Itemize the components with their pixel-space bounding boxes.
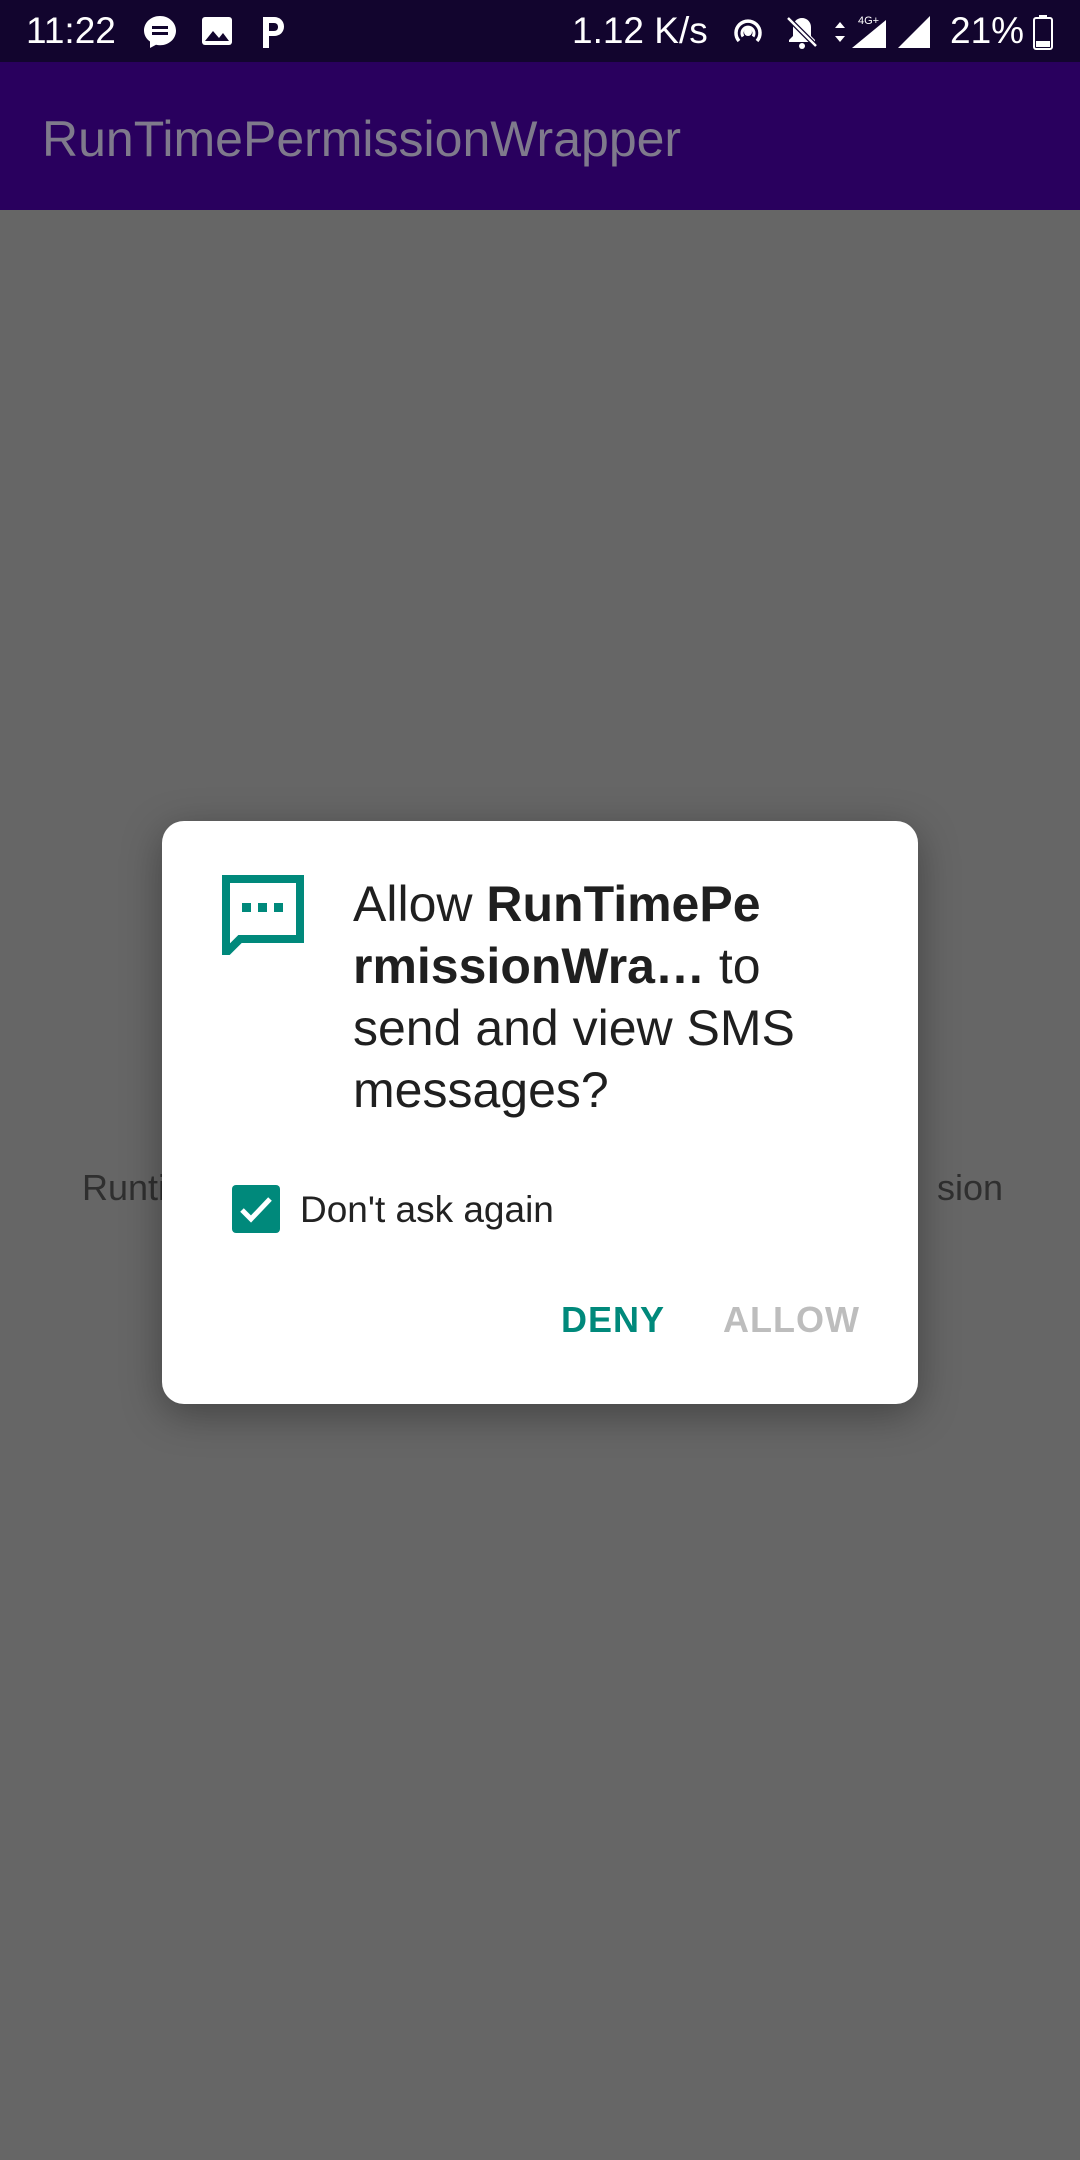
net-speed: 1.12 K/s xyxy=(572,10,708,51)
allow-button[interactable]: ALLOW xyxy=(723,1299,860,1341)
mute-icon xyxy=(786,16,818,49)
heading-prefix: Allow xyxy=(353,876,487,932)
permission-dialog: Allow RunTimePe rmissionWra… to send and v… xyxy=(162,821,918,1404)
battery-icon xyxy=(1033,15,1053,50)
signal-icon: 4G+ xyxy=(852,15,886,48)
heading-suffix-3: messages? xyxy=(353,1062,609,1118)
network-type-label: 4G+ xyxy=(858,15,879,27)
status-time: 11:22 xyxy=(26,10,116,51)
data-arrows-icon xyxy=(835,22,845,42)
image-icon xyxy=(202,17,232,45)
app-title: RunTimePermissionWrapper xyxy=(42,111,682,167)
dont-ask-again-label[interactable]: Don't ask again xyxy=(300,1189,554,1231)
checkmark-icon xyxy=(240,1197,272,1223)
status-bar: 11:22 1.12 K/s 4G+ 21% xyxy=(0,0,1080,62)
messenger-icon xyxy=(144,16,176,48)
parking-icon xyxy=(263,17,284,48)
dialog-heading: Allow RunTimePe rmissionWra… to send and v… xyxy=(353,873,873,1121)
hotspot-icon xyxy=(734,19,762,43)
deny-button[interactable]: DENY xyxy=(561,1299,665,1341)
battery-percent: 21% xyxy=(950,10,1025,51)
sms-message-icon xyxy=(222,875,304,955)
heading-suffix-1: to xyxy=(704,938,761,994)
wifi-signal-icon xyxy=(898,16,930,48)
heading-app-name-line2: rmissionWra… xyxy=(353,938,705,994)
dont-ask-again-checkbox[interactable] xyxy=(232,1185,280,1233)
heading-suffix-2: send and view SMS xyxy=(353,1000,795,1056)
background-text-end: sion. xyxy=(937,1167,1002,1208)
app-bar: RunTimePermissionWrapper xyxy=(0,62,1080,210)
heading-app-name-line1: RunTimePe xyxy=(486,876,761,932)
background-text-start: Runti xyxy=(82,1167,167,1208)
